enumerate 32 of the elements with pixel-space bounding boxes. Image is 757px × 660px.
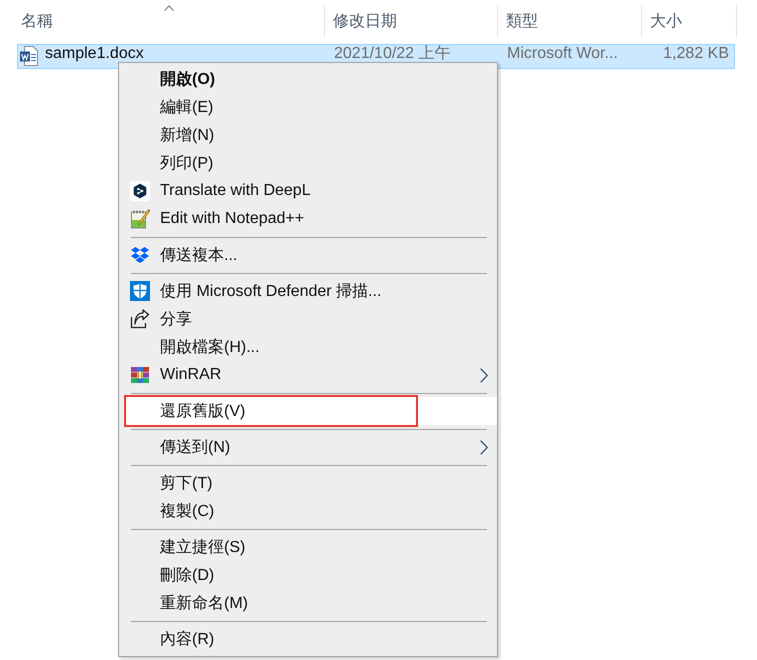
share-icon bbox=[130, 309, 150, 329]
notepad-pencil-icon bbox=[130, 209, 150, 229]
menu-item[interactable]: 剪下(T) bbox=[123, 469, 497, 497]
file-type: Microsoft Wor... bbox=[506, 45, 619, 62]
document-icon bbox=[20, 46, 38, 66]
menu-item[interactable]: 傳送複本... bbox=[123, 241, 497, 269]
menu-item[interactable]: Translate with DeepL bbox=[123, 177, 497, 205]
shield-icon bbox=[130, 281, 150, 301]
column-header[interactable]: 類型 bbox=[498, 5, 642, 38]
file-size: 1,282 KB bbox=[662, 45, 730, 62]
menu-item[interactable]: 新增(N) bbox=[123, 121, 497, 149]
column-header[interactable]: 修改日期 bbox=[325, 5, 498, 38]
menu-item[interactable]: 列印(P) bbox=[123, 149, 497, 177]
menu-item[interactable]: 使用 Microsoft Defender 掃描... bbox=[123, 277, 497, 305]
file-name: sample1.docx bbox=[45, 45, 144, 62]
menu-item[interactable]: 刪除(D) bbox=[123, 561, 497, 589]
menu-item[interactable]: 內容(R) bbox=[123, 625, 497, 653]
menu-item[interactable]: 還原舊版(V) bbox=[123, 397, 497, 425]
menu-item[interactable]: 開啟檔案(H)... bbox=[123, 333, 497, 361]
menu-item[interactable]: 複製(C) bbox=[123, 497, 497, 525]
menu-item[interactable]: Edit with Notepad++ bbox=[123, 205, 497, 233]
diamonds-icon bbox=[130, 245, 150, 265]
strapped-blocks-icon bbox=[130, 365, 150, 385]
column-header[interactable]: 名稱 bbox=[13, 5, 325, 38]
modified-date: 2021/10/22 上午 bbox=[333, 45, 452, 62]
menu-item[interactable]: 建立捷徑(S) bbox=[123, 533, 497, 561]
menu-item[interactable]: 傳送到(N) bbox=[123, 433, 497, 461]
menu-item[interactable]: 重新命名(M) bbox=[123, 589, 497, 617]
menu-item[interactable]: 分享 bbox=[123, 305, 497, 333]
column-header[interactable]: 大小 bbox=[642, 5, 737, 38]
menu-item[interactable]: WinRAR bbox=[123, 361, 497, 389]
menu-item[interactable]: 編輯(E) bbox=[123, 93, 497, 121]
